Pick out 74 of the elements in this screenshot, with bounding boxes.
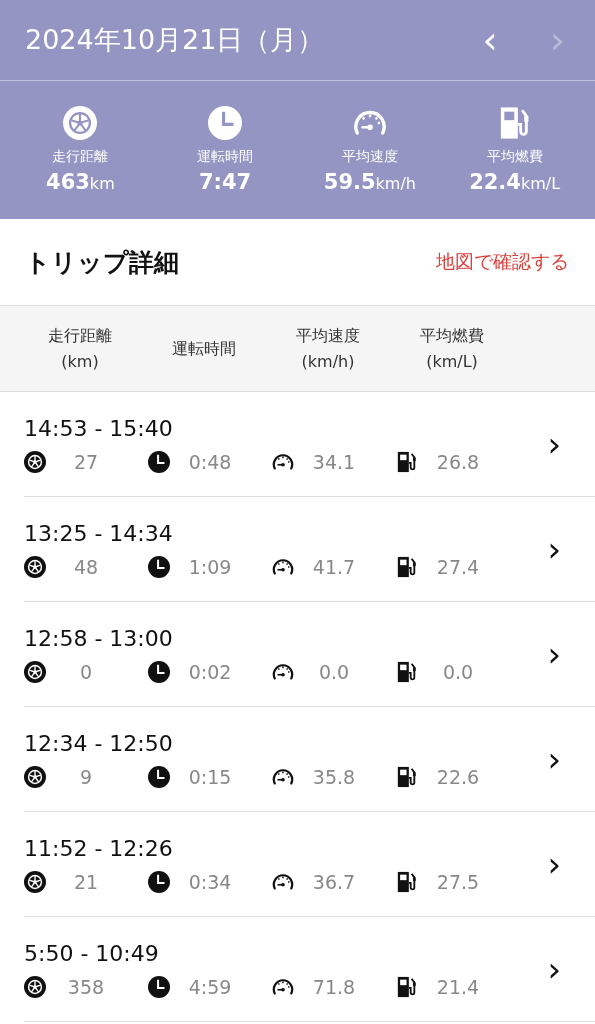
trip-time: 12:34 - 12:50: [24, 730, 174, 756]
stat-value: 463: [46, 170, 90, 194]
map-link[interactable]: 地図で確認する: [436, 249, 569, 275]
clock-icon: [148, 555, 170, 578]
trip-time: 12:58 - 13:00: [24, 625, 174, 651]
column-header: 平均速度 (km/h): [295, 324, 361, 373]
trip-value: 21: [72, 870, 100, 893]
trip-value: 26.8: [435, 450, 481, 473]
stat-value: 7:47: [199, 170, 252, 194]
trip-value: 22.6: [435, 765, 481, 788]
fuel-pump-icon: [396, 975, 418, 998]
trip-value: 71.8: [311, 975, 357, 998]
chevron-button[interactable]: ›: [547, 844, 561, 884]
section-title: トリップ詳細: [25, 246, 179, 279]
date-title: 2024年10月21日（月）: [25, 23, 326, 57]
trip-value: 0:15: [187, 765, 233, 788]
clock-icon: [148, 765, 170, 788]
trip-time: 5:50 - 10:49: [24, 940, 160, 966]
tire-icon: [24, 450, 46, 473]
clock-icon: [148, 660, 170, 683]
fuel-pump-icon: [396, 765, 418, 788]
fuel-pump-icon: [396, 660, 418, 683]
trip-value: 21.4: [435, 975, 481, 998]
stat-unit: km/h: [375, 174, 416, 193]
stat-value: 22.4: [469, 170, 521, 194]
clock-icon: [148, 870, 170, 893]
chevron-button[interactable]: ›: [547, 949, 561, 989]
clock-icon: [208, 106, 243, 140]
fuel-pump-icon: [396, 870, 418, 893]
tire-icon: [24, 555, 46, 578]
chevron-button[interactable]: ›: [547, 739, 561, 779]
trip-time: 11:52 - 12:26: [24, 835, 174, 861]
trip-value: 0:48: [187, 450, 233, 473]
chevron-button[interactable]: ›: [547, 634, 561, 674]
fuel-pump-icon: [396, 555, 418, 578]
trip-value: 27: [72, 450, 100, 473]
trip-value: 358: [66, 975, 106, 998]
trip-value: 36.7: [311, 870, 357, 893]
trip-value: 0.0: [317, 660, 351, 683]
trip-value: 4:59: [187, 975, 233, 998]
trip-value: 27.4: [435, 555, 481, 578]
trip-value: 41.7: [311, 555, 357, 578]
tire-icon: [24, 660, 46, 683]
trip-value: 27.5: [435, 870, 481, 893]
trip-time: 13:25 - 14:34: [24, 520, 174, 546]
chevron-button[interactable]: ›: [547, 424, 561, 464]
trip-value: 0.0: [441, 660, 475, 683]
trip-value: 34.1: [311, 450, 357, 473]
column-header: 平均燃費 (km/L): [419, 324, 485, 373]
trip-value: 0:34: [187, 870, 233, 893]
stat-value: 59.5: [323, 170, 376, 194]
fuel-pump-icon: [396, 450, 418, 473]
column-header: 走行距離 (km): [47, 324, 113, 373]
clock-icon: [148, 975, 170, 998]
trip-time: 14:53 - 15:40: [24, 415, 174, 441]
trip-value: 0:02: [187, 660, 233, 683]
tire-icon: [24, 765, 46, 788]
stat-unit: km/L: [520, 174, 561, 193]
stat-label: 平均燃費: [486, 148, 543, 166]
stat-unit: km: [89, 174, 115, 193]
trip-value: 35.8: [311, 765, 357, 788]
trip-value: 48: [72, 555, 100, 578]
chevron-button[interactable]: ›: [547, 529, 561, 569]
column-header: 運転時間: [171, 337, 237, 360]
trip-value: 0: [78, 660, 94, 683]
tire-icon: [24, 870, 46, 893]
stat-label: 走行距離: [52, 148, 109, 166]
trip-value: 1:09: [187, 555, 233, 578]
clock-icon: [148, 450, 170, 473]
tire-icon: [63, 106, 98, 140]
trip-value: 9: [78, 765, 94, 788]
stat-label: 運転時間: [197, 148, 254, 166]
tire-icon: [24, 975, 46, 998]
stat-label: 平均速度: [341, 148, 398, 166]
